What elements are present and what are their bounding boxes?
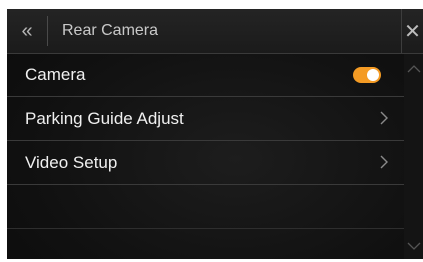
scrollbar[interactable] [404, 54, 423, 259]
video-setup-label: Video Setup [25, 152, 118, 172]
chevron-up-icon [407, 65, 420, 73]
chevron-right-icon [380, 155, 388, 169]
empty-row [7, 229, 404, 259]
page-title: Rear Camera [62, 22, 159, 39]
camera-toggle[interactable] [353, 67, 381, 83]
rear-camera-screen: « Rear Camera ✕ Camera Parking Guide Adj… [7, 9, 423, 259]
chevron-down-icon [407, 242, 420, 250]
toggle-knob [367, 69, 379, 81]
parking-guide-adjust-label: Parking Guide Adjust [25, 108, 184, 128]
scroll-up-button[interactable] [404, 58, 423, 80]
empty-row [7, 185, 404, 229]
parking-guide-adjust-row[interactable]: Parking Guide Adjust [7, 97, 404, 141]
back-button[interactable]: « [7, 9, 47, 53]
settings-list: Camera Parking Guide Adjust Video Setup [7, 53, 404, 259]
double-chevron-left-icon: « [21, 19, 33, 42]
chevron-right-icon [380, 111, 388, 125]
camera-label: Camera [25, 64, 86, 84]
header-bar: « Rear Camera ✕ [7, 9, 423, 54]
scroll-down-button[interactable] [404, 235, 423, 257]
camera-row[interactable]: Camera [7, 53, 404, 97]
close-button[interactable]: ✕ [402, 9, 423, 53]
video-setup-row[interactable]: Video Setup [7, 141, 404, 185]
close-icon: ✕ [404, 20, 421, 43]
header-divider [47, 16, 48, 46]
